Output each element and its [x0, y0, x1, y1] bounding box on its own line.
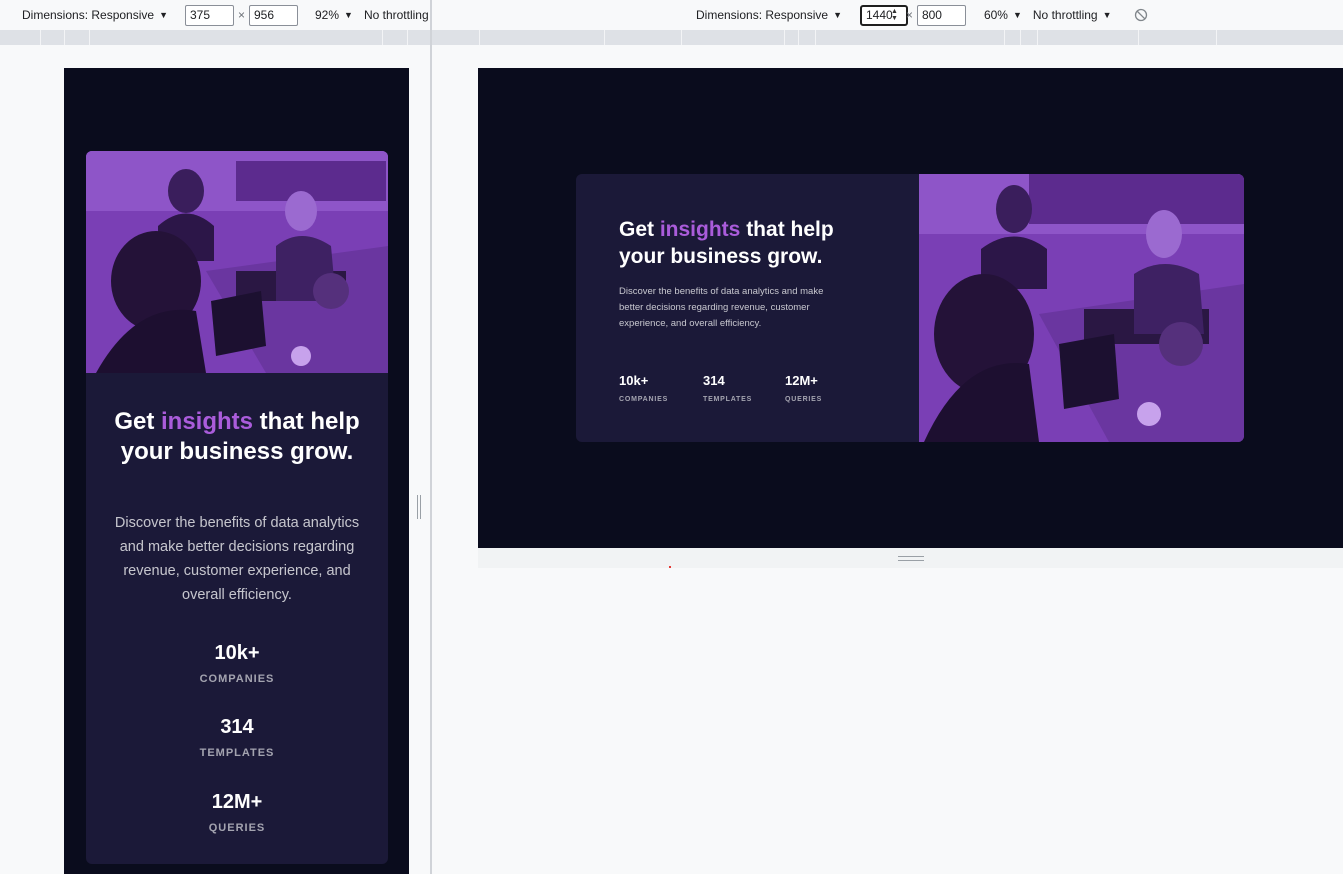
- stat-label: COMPANIES: [199, 673, 275, 685]
- stat-companies: 10k+ COMPANIES: [86, 641, 388, 685]
- stat-label: TEMPLATES: [199, 747, 275, 759]
- ruler-tick: [815, 30, 816, 45]
- ruler-tick: [40, 30, 41, 45]
- headline: Get insights that help your business gro…: [106, 407, 368, 467]
- throttling-label: No throttling: [363, 8, 429, 22]
- resize-bar-bottom[interactable]: [478, 548, 1343, 568]
- ruler-tick: [1037, 30, 1038, 45]
- ruler-tick: [89, 30, 90, 45]
- ruler-tick: [1020, 30, 1021, 45]
- caret-down-icon: ▼: [159, 10, 168, 20]
- ruler-tick: [604, 30, 605, 45]
- dimensions-label: Dimensions: Responsive: [696, 8, 829, 22]
- rotate-disabled-icon[interactable]: [1134, 8, 1148, 22]
- stat-label: QUERIES: [208, 822, 266, 834]
- ruler-tick: [479, 30, 480, 45]
- resize-handle-horizontal[interactable]: [898, 556, 924, 561]
- headline-accent: insights: [161, 408, 254, 435]
- ruler-tick: [784, 30, 785, 45]
- office-photo-graphic: [86, 151, 388, 373]
- zoom-label: 60%: [983, 8, 1008, 22]
- zoom-dropdown[interactable]: 60% ▼: [984, 8, 1022, 22]
- caret-down-icon: ▼: [344, 10, 353, 20]
- stat-templates: 314 TEMPLATES: [703, 373, 752, 403]
- spinner-icon[interactable]: ▲ ▼: [891, 8, 898, 22]
- dimensions-label: Dimensions: Responsive: [22, 8, 155, 22]
- stats-card: Get insights that help your business gro…: [576, 174, 1244, 442]
- marker-dot: [669, 566, 671, 568]
- stat-queries: 12M+ QUERIES: [785, 373, 822, 403]
- stat-label: COMPANIES: [619, 396, 669, 403]
- headline-accent: insights: [659, 218, 741, 241]
- stat-value: 314: [220, 716, 254, 738]
- office-photo-graphic: [919, 174, 1244, 442]
- times-separator: ×: [905, 8, 913, 22]
- stat-companies: 10k+ COMPANIES: [619, 373, 668, 403]
- stat-label: QUERIES: [785, 396, 823, 403]
- stat-value: 12M+: [211, 791, 263, 813]
- stat-label: TEMPLATES: [703, 396, 753, 403]
- headline-text: Get: [619, 218, 660, 241]
- headline-text: Get: [114, 408, 161, 435]
- stat-value: 12M+: [785, 373, 818, 388]
- resize-handle-vertical[interactable]: [417, 495, 421, 519]
- throttling-dropdown[interactable]: No throttling ▼: [1033, 8, 1112, 22]
- headline: Get insights that help your business gro…: [619, 216, 869, 270]
- width-input[interactable]: [184, 4, 234, 26]
- stats-card: Get insights that help your business gro…: [86, 151, 388, 864]
- device-toolbar-desktop: Dimensions: Responsive ▼ ▲▼ × 60% ▼ No t…: [696, 1, 1148, 29]
- desktop-emulation-pane: Dimensions: Responsive ▼ ▲▼ × 60% ▼ No t…: [432, 0, 1343, 874]
- stat-queries: 12M+ QUERIES: [86, 790, 388, 834]
- caret-down-icon: ▼: [833, 10, 842, 20]
- mobile-emulation-pane: Dimensions: Responsive ▼ × 92% ▼ No thro…: [0, 0, 430, 874]
- ruler-tick: [681, 30, 682, 45]
- caret-down-icon: ▼: [1102, 10, 1112, 20]
- stat-templates: 314 TEMPLATES: [86, 715, 388, 759]
- device-toolbar-mobile: Dimensions: Responsive ▼ × 92% ▼ No thro…: [22, 1, 429, 29]
- height-input[interactable]: [916, 4, 966, 26]
- stat-value: 10k+: [214, 642, 260, 664]
- ruler-tick: [1216, 30, 1217, 45]
- ruler-tick: [64, 30, 65, 45]
- stat-value: 10k+: [619, 373, 649, 388]
- office-photo: [919, 174, 1244, 442]
- media-query-ruler[interactable]: [432, 30, 1343, 45]
- ruler-tick: [382, 30, 383, 45]
- zoom-dropdown[interactable]: 92% ▼: [315, 8, 353, 22]
- throttling-dropdown[interactable]: No throttling: [364, 8, 429, 22]
- stat-value: 314: [703, 373, 725, 388]
- ruler-tick: [1138, 30, 1139, 45]
- times-separator: ×: [237, 8, 245, 22]
- width-input[interactable]: [859, 4, 908, 26]
- media-query-ruler[interactable]: [0, 30, 430, 45]
- ruler-tick: [1004, 30, 1005, 45]
- zoom-label: 92%: [315, 8, 340, 22]
- description: Discover the benefits of data analytics …: [619, 286, 824, 329]
- office-photo: [86, 151, 388, 373]
- height-input[interactable]: [249, 4, 298, 26]
- dimensions-dropdown[interactable]: Dimensions: Responsive ▼: [696, 8, 842, 22]
- caret-down-icon: ▼: [1012, 10, 1022, 20]
- dimensions-dropdown[interactable]: Dimensions: Responsive ▼: [22, 8, 168, 22]
- description: Discover the benefits of data analytics …: [114, 515, 360, 603]
- mobile-viewport: Get insights that help your business gro…: [64, 68, 409, 874]
- ruler-tick: [407, 30, 408, 45]
- desktop-viewport: Get insights that help your business gro…: [478, 68, 1343, 548]
- throttling-label: No throttling: [1032, 8, 1098, 22]
- ruler-tick: [798, 30, 799, 45]
